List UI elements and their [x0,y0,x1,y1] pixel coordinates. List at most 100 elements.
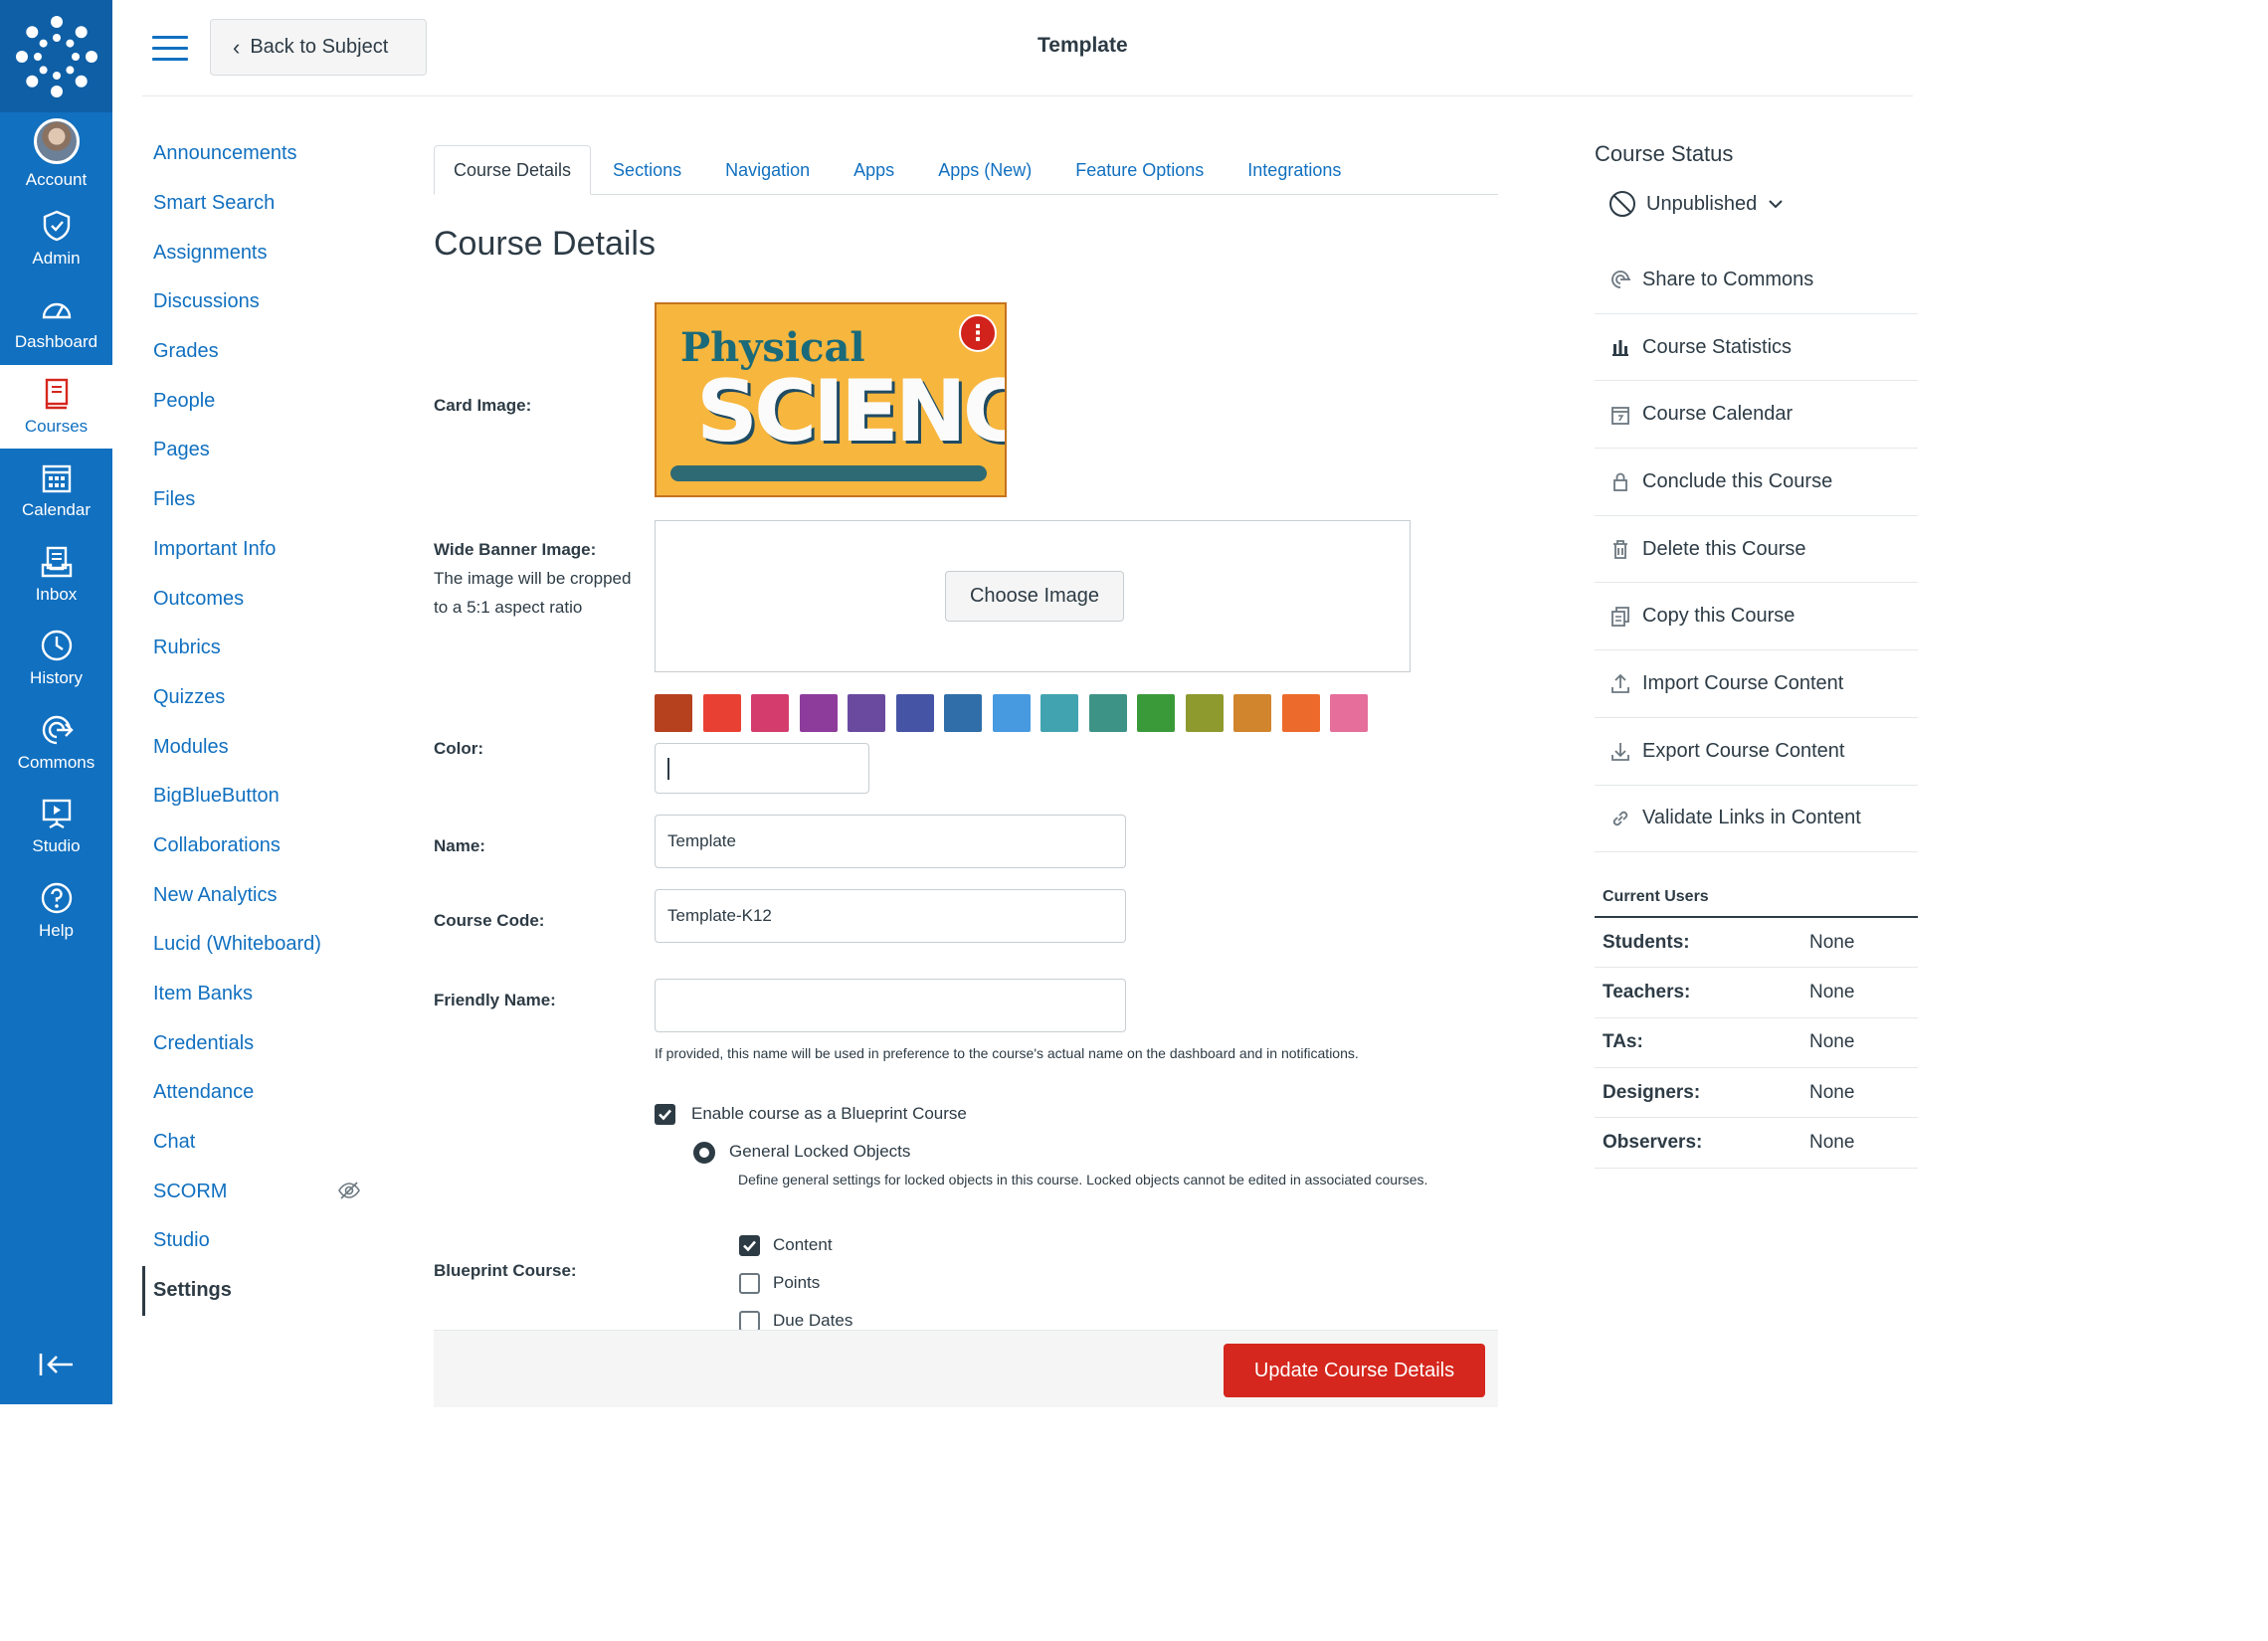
share-to-commons-link[interactable]: Share to Commons [1595,247,1918,314]
name-input[interactable]: Template [655,815,1126,868]
card-image-label: Card Image: [434,396,532,415]
gnav-history[interactable]: History [0,617,112,701]
validate-links-link[interactable]: Validate Links in Content [1595,786,1918,853]
course-nav-important-info[interactable]: Important Info [142,525,361,575]
kebab-icon: ⋮ [967,320,989,345]
course-nav-new-analytics[interactable]: New Analytics [142,870,361,920]
course-nav-item-banks[interactable]: Item Banks [142,970,361,1019]
gnav-studio[interactable]: Studio [0,785,112,869]
course-nav-modules[interactable]: Modules [142,722,361,772]
gnav-calendar[interactable]: Calendar [0,449,112,533]
color-swatch[interactable] [848,694,885,732]
color-swatch[interactable] [1185,694,1224,732]
course-calendar-link[interactable]: Course Calendar [1595,381,1918,450]
copy-course-link[interactable]: Copy this Course [1595,583,1918,651]
course-nav-discussions[interactable]: Discussions [142,277,361,327]
course-nav-settings[interactable]: Settings [142,1265,361,1316]
user-role-label: Observers: [1603,1132,1703,1154]
blueprint-enable-checkbox[interactable] [655,1104,675,1125]
export-content-link[interactable]: Export Course Content [1595,718,1918,786]
gnav-dashboard[interactable]: Dashboard [0,280,112,365]
tab-apps-new[interactable]: Apps (New) [916,145,1053,195]
course-statistics-link[interactable]: Course Statistics [1595,314,1918,382]
user-count-row: TAs: None [1595,1018,1918,1069]
due-dates-checkbox[interactable] [739,1311,760,1332]
course-nav-outcomes[interactable]: Outcomes [142,574,361,624]
course-nav-lucid[interactable]: Lucid (Whiteboard) [142,920,361,970]
gnav-inbox[interactable]: Inbox [0,533,112,618]
course-code-input[interactable]: Template-K12 [655,889,1126,943]
choose-image-button[interactable]: Choose Image [945,571,1124,622]
tab-navigation[interactable]: Navigation [703,145,832,195]
course-nav-scorm[interactable]: SCORM [142,1167,361,1216]
course-nav-announcements[interactable]: Announcements [142,129,361,179]
gnav-account[interactable]: Account [0,112,112,197]
delete-course-link[interactable]: Delete this Course [1595,516,1918,584]
action-label: Share to Commons [1642,268,1814,290]
card-image-text: SCIENCE [696,362,1005,461]
color-swatch[interactable] [1330,694,1368,732]
gnav-courses[interactable]: Courses [0,364,112,449]
course-nav-pages[interactable]: Pages [142,426,361,475]
gnav-commons[interactable]: Commons [0,701,112,786]
tab-course-details[interactable]: Course Details [434,145,592,195]
course-nav-chat[interactable]: Chat [142,1118,361,1168]
course-nav-smart-search[interactable]: Smart Search [142,179,361,229]
color-swatch[interactable] [1137,694,1175,732]
import-content-link[interactable]: Import Course Content [1595,650,1918,718]
publish-status-dropdown[interactable]: Unpublished [1595,179,1918,229]
conclude-course-link[interactable]: Conclude this Course [1595,449,1918,516]
gnav-help[interactable]: Help [0,869,112,954]
back-to-subject-button[interactable]: ‹ Back to Subject [210,19,427,76]
hamburger-menu-button[interactable] [152,36,188,62]
points-checkbox[interactable] [739,1273,760,1294]
right-sidebar: Course Status Unpublished Share to Commo… [1595,129,1918,1169]
color-swatch[interactable] [1088,694,1127,732]
course-nav-collaborations[interactable]: Collaborations [142,821,361,871]
color-swatch[interactable] [1040,694,1078,732]
gnav-label: Help [39,920,74,940]
course-nav-rubrics[interactable]: Rubrics [142,624,361,673]
canvas-logo[interactable] [0,0,112,112]
friendly-name-label: Friendly Name: [434,991,556,1009]
color-swatch[interactable] [1281,694,1320,732]
general-locked-objects-radio[interactable] [693,1142,715,1164]
color-swatch[interactable] [799,694,838,732]
course-nav-credentials[interactable]: Credentials [142,1018,361,1068]
color-swatch[interactable] [702,694,741,732]
course-nav-grades[interactable]: Grades [142,327,361,377]
tab-feature-options[interactable]: Feature Options [1053,145,1226,195]
color-swatch[interactable] [895,694,934,732]
tab-sections[interactable]: Sections [591,145,703,195]
content-checkbox[interactable] [739,1235,760,1256]
collapse-nav-button[interactable] [0,1335,112,1394]
course-nav-files[interactable]: Files [142,475,361,525]
course-nav-people[interactable]: People [142,376,361,426]
course-code-label: Course Code: [434,911,545,930]
color-swatch[interactable] [655,694,692,732]
course-nav-studio[interactable]: Studio [142,1216,361,1266]
tab-apps[interactable]: Apps [832,145,916,195]
friendly-name-input[interactable] [655,979,1126,1032]
text-caret [667,757,669,780]
color-hex-input[interactable] [655,743,869,794]
card-image-options-button[interactable]: ⋮ [959,314,997,352]
update-course-details-button[interactable]: Update Course Details [1224,1344,1485,1397]
banner-drop-zone[interactable]: Choose Image [655,520,1411,672]
link-icon [1612,811,1628,826]
color-swatch[interactable] [944,694,982,732]
course-nav-bigbluebutton[interactable]: BigBlueButton [142,772,361,821]
form-footer: Update Course Details [434,1330,1498,1407]
course-nav-quizzes[interactable]: Quizzes [142,673,361,723]
course-nav-assignments[interactable]: Assignments [142,228,361,277]
card-image-shelf [670,465,987,481]
color-swatch[interactable] [1233,694,1271,732]
color-swatch[interactable] [992,694,1031,732]
dashboard-icon [42,303,71,319]
course-nav-attendance[interactable]: Attendance [142,1068,361,1118]
gnav-admin[interactable]: Admin [0,197,112,281]
color-swatch[interactable] [751,694,789,732]
course-actions: Share to Commons Course Statistics Cours… [1595,247,1918,853]
blueprint-course-label: Blueprint Course: [434,1261,577,1280]
tab-integrations[interactable]: Integrations [1226,145,1363,195]
